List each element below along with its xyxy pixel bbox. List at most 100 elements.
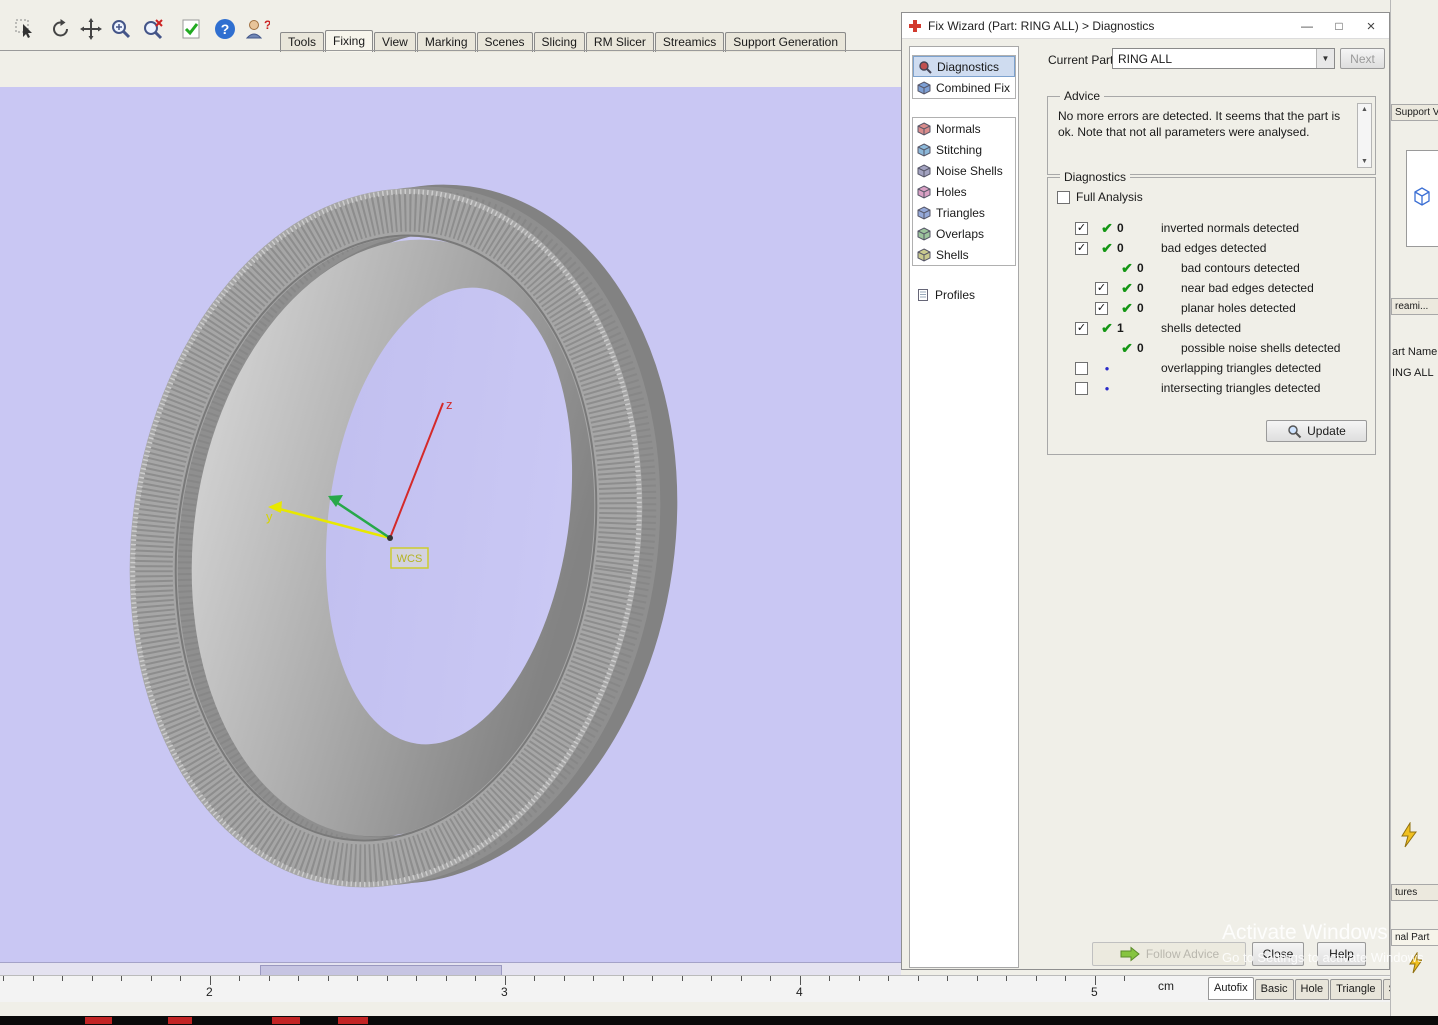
zoom-in-icon[interactable] [108, 16, 134, 42]
checklist-icon[interactable] [178, 16, 204, 42]
diagnostic-row: ✓ ✔ 0 near bad edges detected [1048, 278, 1375, 298]
help-icon[interactable]: ? [212, 16, 238, 42]
tab-marking[interactable]: Marking [416, 32, 476, 52]
support-icon[interactable] [1399, 821, 1425, 851]
viewport-hscrollbar[interactable] [0, 962, 901, 976]
sidebar-item-normals[interactable]: Normals [913, 118, 1015, 139]
ring-model: z y WCS [129, 184, 678, 888]
support-icon-small[interactable] [1407, 951, 1429, 977]
stitching-icon [917, 142, 931, 157]
current-part-dropdown[interactable]: RING ALL ▼ [1112, 48, 1335, 69]
advice-text: No more errors are detected. It seems th… [1058, 109, 1341, 139]
help-button[interactable]: Help [1317, 942, 1366, 966]
holes-icon [917, 184, 931, 199]
follow-advice-button[interactable]: Follow Advice [1092, 942, 1246, 966]
shells-icon [917, 247, 931, 262]
green-check-icon: ✔ [1121, 339, 1133, 356]
diagnostic-label: planar holes detected [1181, 301, 1296, 315]
viewport-3d[interactable]: z y WCS [0, 87, 901, 962]
zoom-reset-icon[interactable] [140, 16, 166, 42]
dialog-titlebar[interactable]: Fix Wizard (Part: RING ALL) > Diagnostic… [902, 13, 1389, 39]
sidebar-item-stitching[interactable]: Stitching [913, 139, 1015, 160]
next-button[interactable]: Next [1340, 48, 1385, 69]
diagnostic-row: ✓ ✔ 0 bad edges detected [1048, 238, 1375, 258]
close-button[interactable]: Close [1252, 942, 1304, 966]
tab-rm-slicer[interactable]: RM Slicer [585, 32, 654, 52]
diagnostic-row: ● intersecting triangles detected [1048, 378, 1375, 398]
update-button[interactable]: Update [1266, 420, 1367, 442]
green-check-icon: ✔ [1121, 279, 1133, 296]
bottom-tab-autofix[interactable]: Autofix [1208, 977, 1254, 1000]
sidebar-item-profiles[interactable]: Profiles [912, 284, 1016, 305]
diagnostic-count: 0 [1137, 281, 1144, 295]
current-part-label: Current Part: [1048, 53, 1117, 67]
advice-scrollbar[interactable]: ▲ ▼ [1357, 103, 1372, 168]
diagnostic-row: ✔ 0 bad contours detected [1048, 258, 1375, 278]
rotate-tool-icon[interactable] [48, 16, 74, 42]
wcs-label: WCS [397, 553, 423, 565]
green-check-icon: ✔ [1121, 259, 1133, 276]
assistant-help-icon[interactable]: ? [244, 16, 270, 42]
close-window-button[interactable]: × [1355, 13, 1387, 39]
scroll-up-icon[interactable]: ▲ [1361, 104, 1368, 115]
bottom-tab-triangle[interactable]: Triangle [1330, 979, 1382, 1000]
y-axis-label: y [266, 509, 273, 524]
ruler-number: 5 [1091, 985, 1098, 999]
scroll-down-icon[interactable]: ▼ [1361, 156, 1368, 167]
noise-shells-icon [917, 163, 931, 178]
diagnostic-checkbox[interactable] [1075, 381, 1088, 395]
diagnostic-checkbox[interactable]: ✓ [1075, 321, 1088, 335]
blue-dot-icon: ● [1104, 363, 1110, 373]
ribbon-tabs: Tools Fixing View Marking Scenes Slicing RM Sl… [280, 30, 847, 52]
tab-slicing[interactable]: Slicing [533, 32, 585, 52]
textures-button[interactable]: tures [1391, 884, 1438, 901]
diagnostic-count: 0 [1137, 341, 1144, 355]
maximize-button[interactable]: □ [1323, 13, 1355, 39]
part-name-value: ING ALL [1392, 367, 1434, 379]
sidebar-item-holes[interactable]: Holes [913, 181, 1015, 202]
overlaps-icon [917, 226, 931, 241]
profiles-icon [916, 288, 930, 302]
tab-fixing[interactable]: Fixing [325, 30, 374, 52]
ruler-number: 2 [206, 985, 213, 999]
sidebar-item-diagnostics[interactable]: Diagnostics [913, 56, 1015, 77]
sidebar-item-combined-fix[interactable]: Combined Fix [913, 77, 1015, 98]
blue-dot-icon: ● [1104, 383, 1110, 393]
bottom-tab-hole[interactable]: Hole [1294, 979, 1330, 1000]
minimize-button[interactable]: — [1291, 13, 1323, 39]
diagnostic-checkbox[interactable]: ✓ [1095, 301, 1108, 315]
taskbar-segment [168, 1017, 192, 1024]
streamics-tab[interactable]: reami... [1391, 298, 1438, 315]
diagnostic-checkbox[interactable]: ✓ [1075, 221, 1088, 235]
tab-tools[interactable]: Tools [280, 32, 325, 52]
part-name-label: art Name [1392, 346, 1438, 358]
diagnostics-group-label: Diagnostics [1060, 170, 1131, 184]
diagnostic-row: ✓ ✔ 0 planar holes detected [1048, 298, 1375, 318]
combined-fix-icon [917, 80, 931, 95]
tab-streamics[interactable]: Streamics [654, 32, 725, 52]
dialog-title: Fix Wizard (Part: RING ALL) > Diagnostic… [928, 18, 1155, 33]
sidebar-item-overlaps[interactable]: Overlaps [913, 223, 1015, 244]
pick-tool-icon[interactable] [12, 16, 38, 42]
original-part-button[interactable]: nal Part [1391, 929, 1438, 946]
green-check-icon: ✔ [1101, 319, 1113, 336]
tab-support-generation[interactable]: Support Generation [725, 32, 847, 52]
diagnostic-count: 0 [1137, 301, 1144, 315]
tab-view[interactable]: View [374, 32, 416, 52]
advice-group: Advice No more errors are detected. It s… [1047, 89, 1376, 175]
tab-scenes[interactable]: Scenes [476, 32, 533, 52]
diagnostic-checkbox[interactable]: ✓ [1095, 281, 1108, 295]
sidebar-item-noise-shells[interactable]: Noise Shells [913, 160, 1015, 181]
advice-group-label: Advice [1060, 89, 1105, 103]
sidebar-item-shells[interactable]: Shells [913, 244, 1015, 265]
diagnostic-checkbox[interactable] [1075, 361, 1088, 375]
green-check-icon: ✔ [1121, 299, 1133, 316]
taskbar-segment [85, 1017, 112, 1024]
checkbox-icon[interactable] [1057, 190, 1070, 204]
bottom-tab-basic[interactable]: Basic [1254, 979, 1294, 1000]
support-panel-label[interactable]: Support V [1391, 104, 1438, 121]
pan-tool-icon[interactable] [78, 16, 104, 42]
full-analysis-checkbox[interactable]: Full Analysis [1057, 190, 1143, 204]
diagnostic-checkbox[interactable]: ✓ [1075, 241, 1088, 255]
sidebar-item-triangles[interactable]: Triangles [913, 202, 1015, 223]
